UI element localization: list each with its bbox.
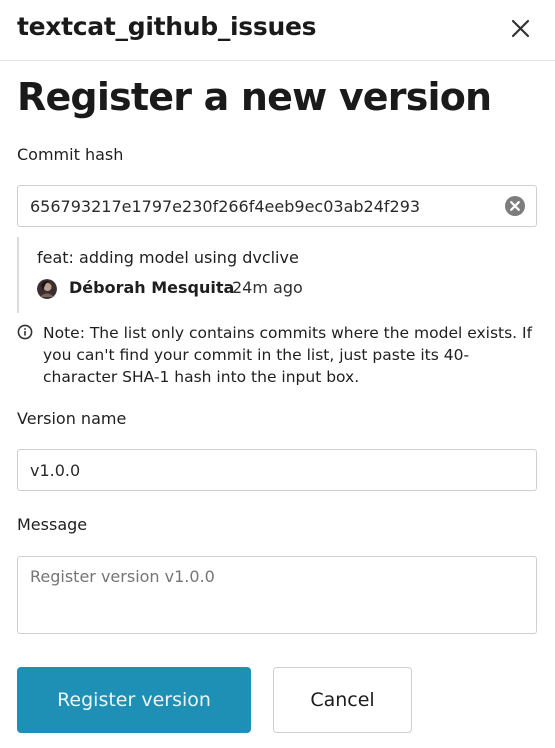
info-icon xyxy=(17,324,33,340)
app-title: textcat_github_issues xyxy=(17,12,317,41)
cancel-button[interactable]: Cancel xyxy=(273,667,412,733)
close-button[interactable] xyxy=(505,13,537,45)
register-version-modal: textcat_github_issues Register a new ver… xyxy=(0,0,555,748)
register-version-label: Register version xyxy=(57,689,211,711)
version-name-label: Version name xyxy=(17,409,127,428)
modal-header: textcat_github_issues xyxy=(0,0,555,61)
version-name-input[interactable] xyxy=(17,449,537,491)
clear-input-icon xyxy=(505,196,525,216)
commit-hash-input[interactable] xyxy=(17,185,537,227)
commit-suggestion[interactable]: feat: adding model using dvclive Déborah… xyxy=(17,237,539,313)
commit-note: Note: The list only contains commits whe… xyxy=(43,324,533,386)
message-label: Message xyxy=(17,515,88,534)
cancel-label: Cancel xyxy=(310,689,375,711)
commit-hash-label: Commit hash xyxy=(17,145,124,164)
message-textarea[interactable] xyxy=(17,556,537,634)
avatar xyxy=(37,279,57,299)
close-icon xyxy=(511,19,530,38)
page-title: Register a new version xyxy=(17,75,492,119)
commit-author: Déborah Mesquita xyxy=(69,278,235,297)
commit-message: feat: adding model using dvclive xyxy=(37,248,299,267)
commit-time: 24m ago xyxy=(232,278,303,297)
register-version-button[interactable]: Register version xyxy=(17,667,251,733)
clear-input-button[interactable] xyxy=(504,195,526,217)
